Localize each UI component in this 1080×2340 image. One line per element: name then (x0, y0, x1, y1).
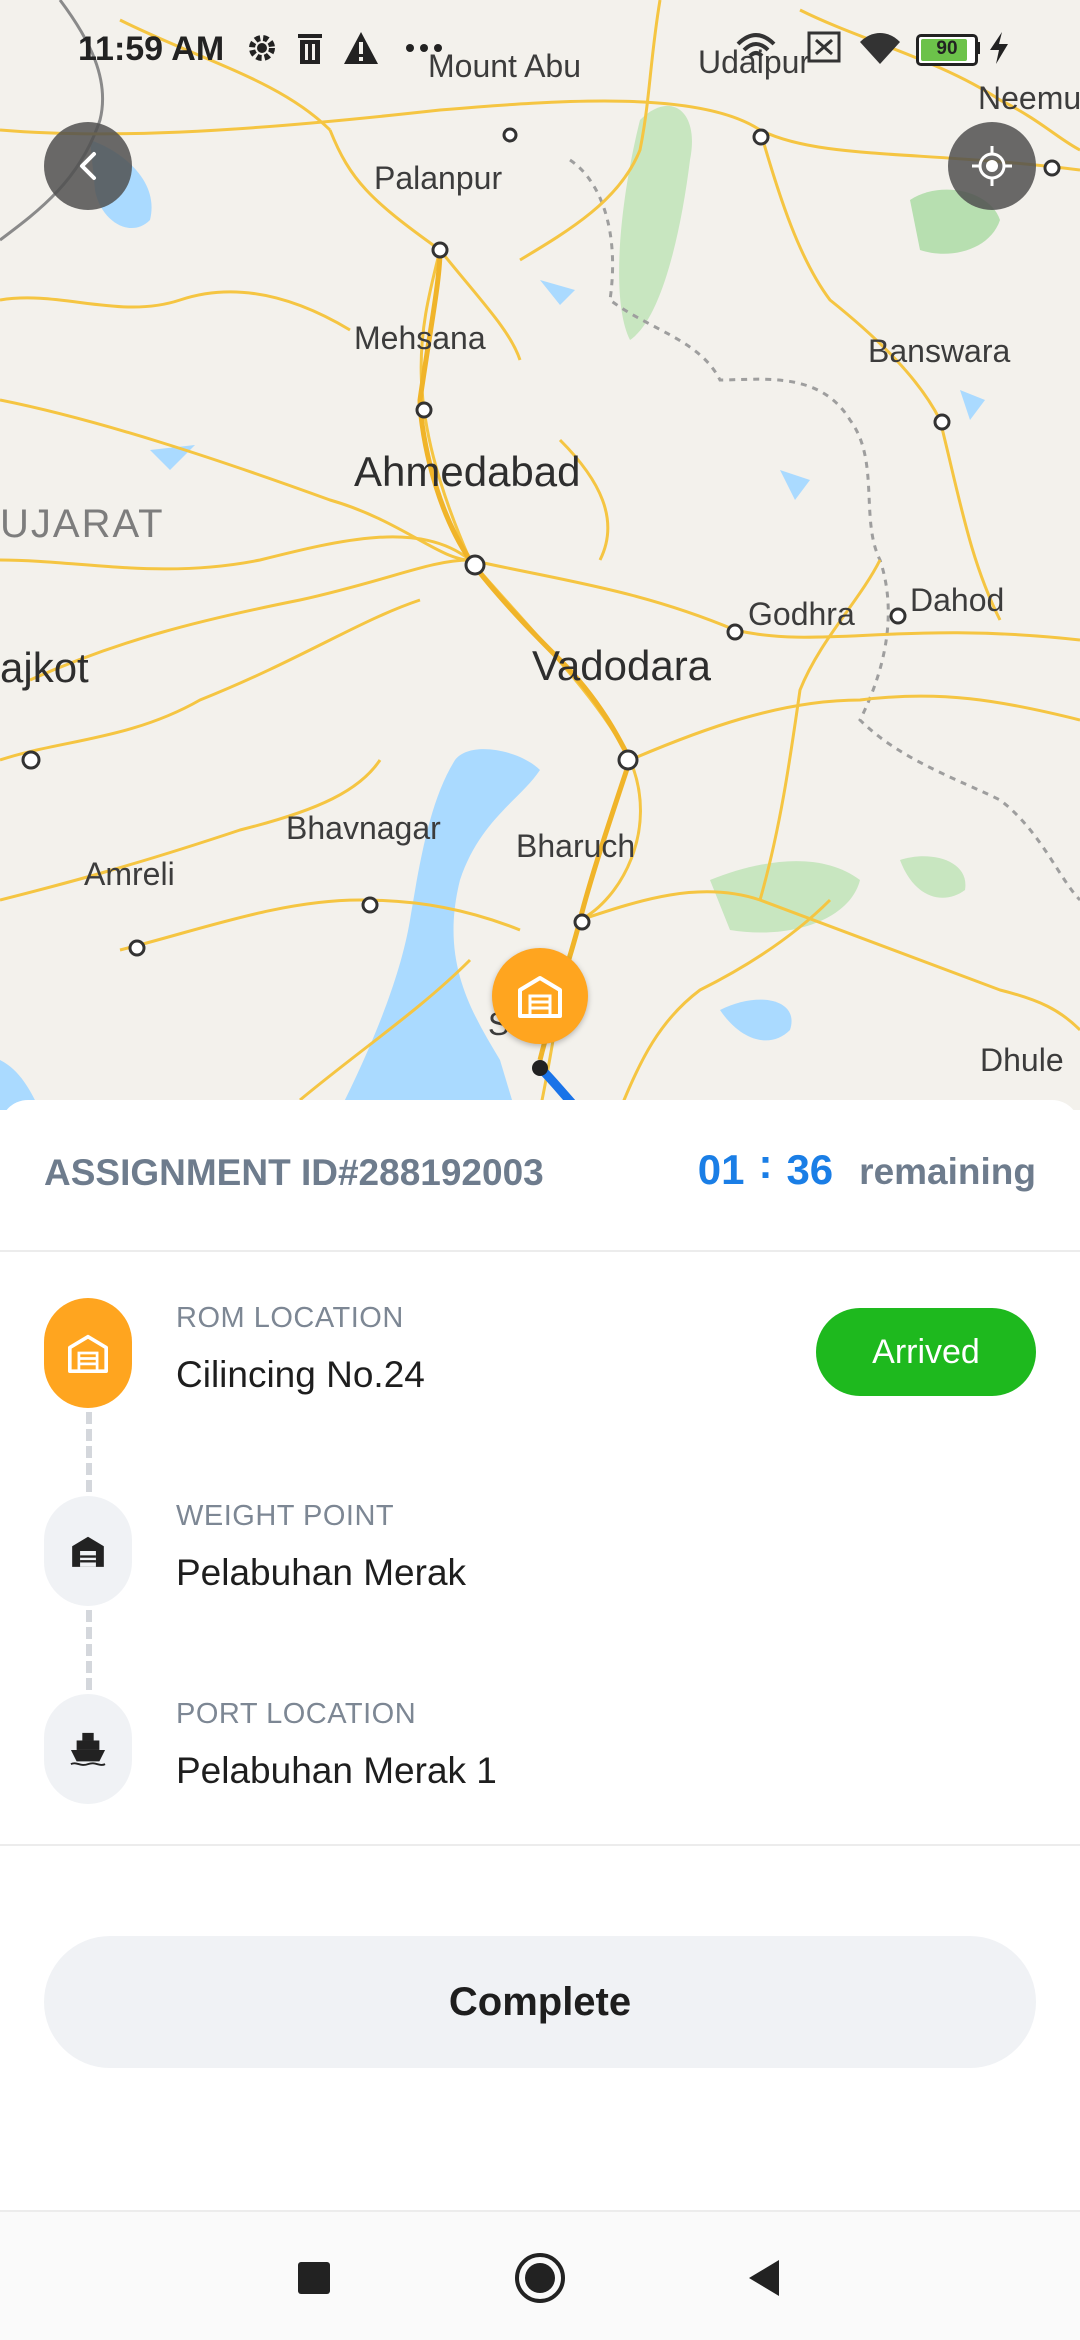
remaining-timer: 01 : 36 remaining (697, 1140, 1036, 1194)
map-label-mehsana: Mehsana (354, 320, 486, 356)
timer-minutes: 36 (786, 1146, 834, 1193)
timer-hours: 01 (697, 1146, 745, 1193)
stop-caption: PORT LOCATION (176, 1698, 417, 1730)
gulf-of-khambhat (340, 749, 540, 1110)
battery-icon: 90 (916, 34, 978, 66)
water-small (540, 280, 575, 305)
app-screen: Mount Abu Udaipur Neemu Palanpur Mehsana… (0, 0, 1080, 2340)
more-dots-icon (406, 44, 442, 52)
map-label-banswara: Banswara (868, 333, 1011, 369)
map-label-godhra: Godhra (748, 596, 855, 632)
locate-me-icon (972, 146, 1012, 186)
back-triangle-icon (749, 2260, 779, 2296)
warning-icon (344, 32, 378, 64)
stop-caption: WEIGHT POINT (176, 1500, 395, 1532)
back-button[interactable] (44, 122, 132, 210)
weighbridge-icon (72, 1536, 104, 1567)
reservoir (720, 999, 792, 1041)
system-nav-bar (0, 2210, 1080, 2340)
water-small (150, 445, 195, 470)
recents-button[interactable] (282, 2246, 346, 2310)
map-label-amreli: Amreli (84, 856, 175, 892)
timer-separator: : (758, 1140, 773, 1187)
recents-square-icon (298, 2262, 330, 2294)
sim-off-icon (807, 31, 841, 63)
stop-value: Pelabuhan Merak (176, 1552, 467, 1593)
stop-badge (44, 1298, 132, 1408)
stop-badge (44, 1694, 132, 1804)
wifi-icon (860, 33, 900, 64)
map-label-vadodara: Vadodara (532, 642, 712, 689)
map-view[interactable]: Mount Abu Udaipur Neemu Palanpur Mehsana… (0, 0, 1080, 1110)
water-small (960, 390, 985, 420)
locate-me-button[interactable] (948, 122, 1036, 210)
assignment-header: ASSIGNMENT ID#288192003 01 : 36 remainin… (0, 1100, 1080, 1252)
map-label-gujarat: UJARAT (0, 502, 165, 546)
map-label-rajkot: ajkot (0, 644, 89, 691)
map-label-dhule: Dhule (980, 1042, 1064, 1078)
forest-area (900, 856, 966, 898)
back-arrow-icon (80, 152, 96, 180)
map-label-palanpur: Palanpur (374, 160, 503, 196)
warehouse-icon (68, 1334, 108, 1373)
water-small (780, 470, 810, 500)
assignment-sheet: ASSIGNMENT ID#288192003 01 : 36 remainin… (0, 1100, 1080, 2210)
arrived-status-button[interactable]: Arrived (816, 1308, 1036, 1396)
ship-icon (70, 1732, 106, 1766)
battery-tip (976, 42, 980, 54)
map-label-ahmedabad: Ahmedabad (354, 448, 581, 495)
road-network (0, 0, 1080, 1110)
stop-value: Pelabuhan Merak 1 (176, 1750, 497, 1791)
map-label-bharuch: Bharuch (516, 828, 636, 864)
forest-area (619, 105, 692, 340)
map-canvas (0, 0, 1080, 1110)
forest-area (710, 861, 860, 933)
gear-icon (249, 35, 275, 61)
status-bar: 11:59 AM 90 (0, 0, 1080, 96)
charging-icon (990, 32, 1008, 64)
home-circle-icon (515, 2253, 565, 2303)
back-nav-button[interactable] (732, 2246, 796, 2310)
wifi-calling-icon (736, 33, 776, 58)
assignment-id: ASSIGNMENT ID#288192003 (44, 1152, 544, 1193)
divider (0, 1844, 1080, 1846)
stop-caption: ROM LOCATION (176, 1302, 404, 1334)
home-button[interactable] (508, 2246, 572, 2310)
battery-level: 90 (936, 38, 958, 59)
stop-weight-point[interactable]: WEIGHT POINT Pelabuhan Merak (0, 1496, 1080, 1646)
stop-badge (44, 1496, 132, 1606)
route-origin-dot (532, 1060, 548, 1076)
warehouse-icon (518, 976, 562, 1018)
map-label-dahod: Dahod (910, 582, 1005, 618)
stop-port-location[interactable]: PORT LOCATION Pelabuhan Merak 1 (0, 1694, 1080, 1844)
location-marker[interactable] (492, 948, 588, 1044)
trash-icon (298, 34, 322, 64)
stop-value: Cilincing No.24 (176, 1354, 425, 1395)
map-label-bhavnagar: Bhavnagar (286, 810, 441, 846)
complete-button[interactable]: Complete (44, 1936, 1036, 2068)
status-time: 11:59 AM (78, 30, 225, 68)
timer-suffix: remaining (859, 1151, 1036, 1192)
